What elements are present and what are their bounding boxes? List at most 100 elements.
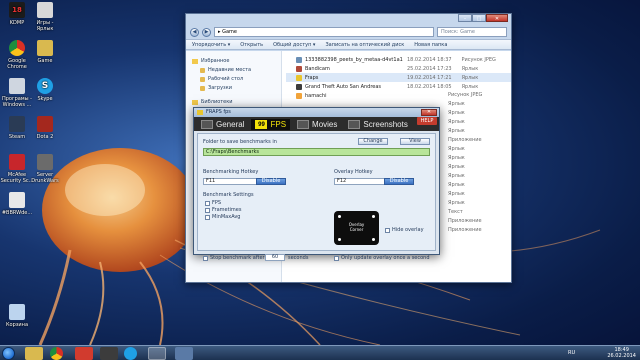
app-taskbar-icon[interactable] — [175, 347, 193, 360]
file-type: Приложение — [448, 227, 482, 233]
programs-icon — [9, 78, 25, 94]
overlay-disable-button[interactable]: Disable — [384, 178, 414, 185]
tab-fps[interactable]: 99 FPS — [251, 118, 291, 130]
benchmark-disable-button[interactable]: Disable — [256, 178, 286, 185]
back-button[interactable]: ◀ — [190, 27, 199, 37]
skype-icon: S — [37, 78, 53, 94]
desktop-icon-game-folder[interactable]: Game — [28, 40, 62, 64]
address-bar[interactable]: ▸ Game — [214, 27, 434, 37]
file-type: Ярлык — [448, 164, 465, 170]
file-type: Ярлык — [461, 83, 479, 90]
desktop-icon-label: Dota 2 — [36, 134, 54, 140]
file-date: 18.02.2014 18:37 — [406, 56, 452, 63]
file-row[interactable]: Bandicam 25.02.2014 17:23 Ярлык — [286, 64, 511, 73]
nav-item-downloads[interactable]: Загрузки — [192, 84, 281, 93]
start-button[interactable] — [2, 347, 15, 360]
update-overlay-checkbox[interactable]: Only update overlay once a second — [334, 255, 430, 261]
file-type: Ярлык — [448, 119, 465, 125]
explorer-titlebar[interactable]: – □ ✕ — [186, 14, 511, 25]
close-button[interactable]: ✕ — [486, 14, 508, 22]
nav-libraries[interactable]: Библиотеки — [192, 98, 281, 107]
folder-shortcut-icon — [37, 2, 53, 18]
checkbox-label: FPS — [212, 200, 222, 206]
tab-movies[interactable]: Movies — [293, 119, 341, 130]
fps-checkbox[interactable]: FPS — [205, 200, 221, 206]
corner-bottom-left[interactable] — [338, 238, 341, 241]
help-button[interactable]: HELP — [417, 117, 437, 125]
file-name: Bandicam — [304, 65, 330, 72]
file-name: 1333882398_peets_by_metaa-d4vt1a1 — [304, 56, 403, 63]
recent-places-icon — [200, 68, 205, 73]
nav-item-recent[interactable]: Недавние места — [192, 66, 281, 75]
steam-icon — [9, 116, 25, 132]
desktop-icon-games[interactable]: Игры - Ярлык — [28, 2, 62, 32]
checkbox-label: Only update overlay once a second — [341, 255, 430, 261]
burn-button[interactable]: Записать на оптический диск — [325, 42, 404, 48]
corner-bottom-right[interactable] — [372, 238, 375, 241]
explorer-taskbar-icon[interactable] — [25, 347, 43, 360]
desktop-icon-doc[interactable]: #BBRWde... — [0, 192, 34, 216]
folder-label: Folder to save benchmarks in — [203, 139, 277, 145]
change-folder-button[interactable]: Change — [358, 138, 388, 145]
overlay-hotkey-label: Overlay Hotkey — [334, 169, 373, 175]
file-name: Grand Theft Auto San Andreas — [304, 83, 382, 90]
nav-favorites[interactable]: Избранное — [192, 57, 281, 66]
fraps-close-button[interactable]: ✕ — [421, 109, 437, 116]
file-date: 18.02.2014 18:05 — [406, 83, 452, 90]
checkbox-box — [203, 255, 208, 261]
fraps-taskbar-icon[interactable] — [148, 347, 166, 360]
search-input[interactable]: Поиск: Game — [437, 27, 507, 37]
hide-overlay-checkbox[interactable]: Hide overlay — [385, 227, 424, 233]
nav-item-label: Недавние места — [208, 67, 252, 73]
file-type-column: Рисунок JPEG Ярлык Ярлык Ярлык Ярлык При… — [448, 91, 482, 235]
minmaxavg-checkbox[interactable]: MinMaxAvg — [205, 214, 240, 220]
language-indicator[interactable]: RU — [568, 350, 575, 356]
desktop-icon-label: Skype — [37, 96, 53, 102]
taskbar: RU 18:49 26.02.2014 — [0, 345, 640, 360]
desktop-icon — [200, 77, 205, 82]
file-type: Рисунок JPEG — [448, 92, 483, 98]
file-row[interactable]: 1333882398_peets_by_metaa-d4vt1a1 18.02.… — [286, 55, 511, 64]
benchmark-folder-path[interactable]: C:\Fraps\Benchmarks — [203, 148, 430, 156]
desktop-icon-label: #BBRWde... — [1, 210, 33, 216]
yandex-taskbar-icon[interactable] — [75, 347, 93, 360]
overlay-corner-selector[interactable]: Overlay Corner — [334, 211, 379, 245]
open-button[interactable]: Открыть — [240, 42, 263, 48]
checkbox-box — [385, 227, 390, 233]
minimize-button[interactable]: – — [458, 14, 472, 22]
share-button[interactable]: Общий доступ ▾ — [273, 42, 315, 48]
tab-general[interactable]: General — [197, 119, 248, 130]
nav-item-label: Рабочий стол — [208, 76, 244, 82]
corner-top-left[interactable] — [338, 215, 341, 218]
frametimes-checkbox[interactable]: Frametimes — [205, 207, 241, 213]
skype-taskbar-icon[interactable] — [124, 347, 137, 360]
system-clock[interactable]: 18:49 26.02.2014 — [607, 347, 636, 359]
file-type: Ярлык — [448, 101, 465, 107]
server-icon — [37, 154, 53, 170]
desktop-icon-label: Игры - Ярлык — [36, 20, 54, 32]
fraps-window[interactable]: FRAPS fps ✕ General 99 FPS Movies Screens… — [193, 107, 440, 261]
stop-benchmark-checkbox[interactable]: Stop benchmark after — [203, 255, 265, 261]
chrome-taskbar-icon[interactable] — [50, 347, 63, 360]
nav-item-desktop[interactable]: Рабочий стол — [192, 75, 281, 84]
organize-button[interactable]: Упорядочить ▾ — [192, 42, 230, 48]
desktop-icon-skype[interactable]: S Skype — [28, 78, 62, 102]
forward-button[interactable]: ▶ — [202, 27, 211, 37]
maximize-button[interactable]: □ — [472, 14, 486, 22]
file-row[interactable]: Grand Theft Auto San Andreas 18.02.2014 … — [286, 82, 511, 91]
checkbox-box — [205, 207, 210, 213]
desktop-icon-dota2[interactable]: Dota 2 — [28, 116, 62, 140]
view-folder-button[interactable]: View — [400, 138, 430, 145]
tab-screenshots[interactable]: Screenshots — [344, 119, 411, 130]
desktop-icon-server[interactable]: Server DrunkWars — [28, 154, 62, 184]
dota2-icon — [37, 116, 53, 132]
new-folder-button[interactable]: Новая папка — [414, 42, 447, 48]
file-row-selected[interactable]: Fraps 19.02.2014 17:21 Ярлык — [286, 73, 511, 82]
file-type: Ярлык — [448, 182, 465, 188]
seconds-label: seconds — [288, 255, 309, 261]
desktop-icon-recycle-bin[interactable]: Корзина — [0, 304, 34, 328]
corner-top-right[interactable] — [372, 215, 375, 218]
media-taskbar-icon[interactable] — [100, 347, 118, 360]
fraps-titlebar[interactable]: FRAPS fps ✕ — [194, 108, 439, 117]
stop-seconds-input[interactable]: 60 — [265, 254, 285, 261]
